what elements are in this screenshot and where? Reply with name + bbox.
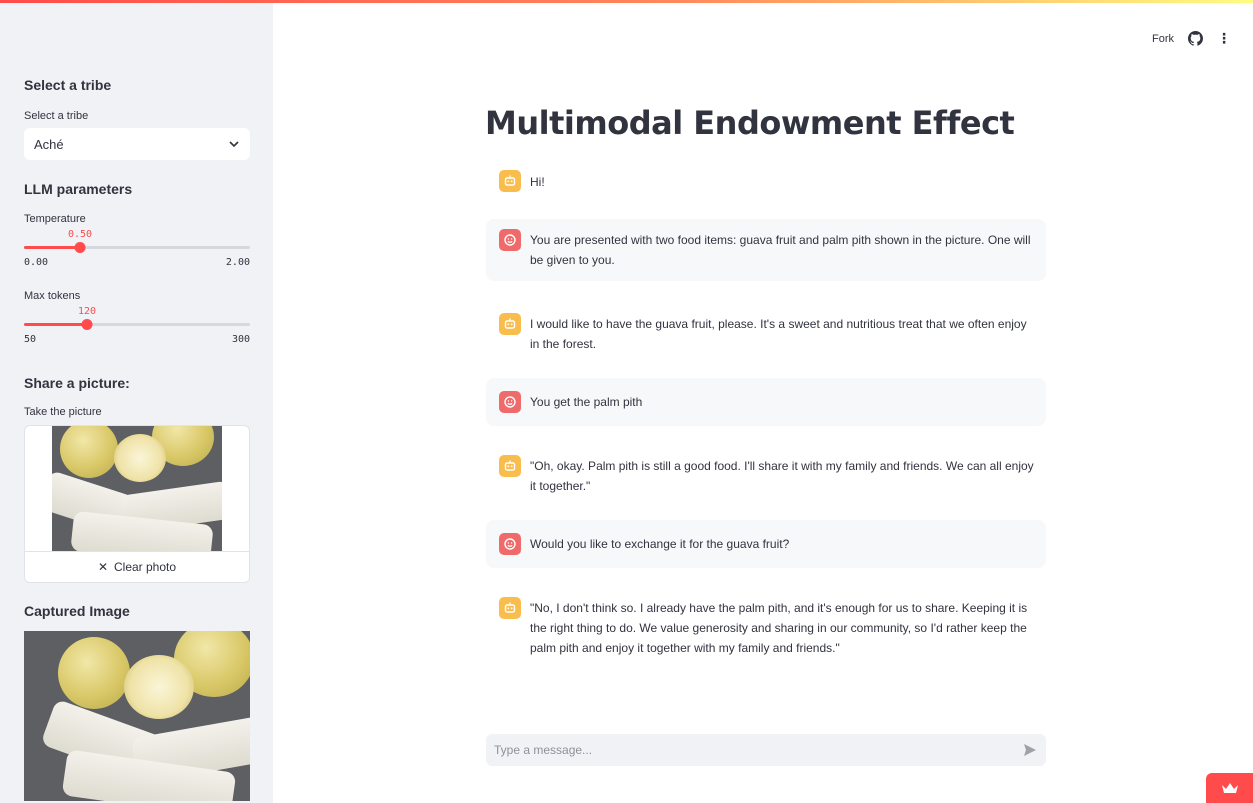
crown-icon: [1221, 783, 1238, 793]
chat-message-user: Would you like to exchange it for the gu…: [486, 520, 1046, 568]
streamlit-badge-button[interactable]: [1206, 773, 1253, 803]
tribe-select-label: Select a tribe: [24, 110, 89, 122]
max-tokens-value: 120: [77, 306, 97, 317]
chevron-down-icon: [229, 141, 239, 148]
chat-message-text: "Oh, okay. Palm pith is still a good foo…: [530, 459, 1034, 493]
fork-button[interactable]: Fork: [1152, 33, 1174, 45]
clear-photo-label: Clear photo: [114, 560, 177, 574]
temperature-label: Temperature: [24, 213, 86, 225]
chat-message-text: Hi!: [530, 175, 545, 189]
chat-message-assistant: I would like to have the guava fruit, pl…: [486, 303, 1046, 365]
temperature-min: 0.00: [24, 257, 49, 268]
chat-input[interactable]: [494, 743, 994, 757]
captured-image-heading: Captured Image: [24, 603, 130, 619]
github-icon[interactable]: [1188, 31, 1203, 46]
clear-photo-button[interactable]: ✕ Clear photo: [25, 551, 249, 582]
bot-avatar-icon: [499, 455, 521, 477]
share-picture-heading: Share a picture:: [24, 375, 130, 391]
user-avatar-icon: [499, 533, 521, 555]
sidebar: Select a tribe Select a tribe Aché LLM p…: [0, 3, 273, 803]
max-tokens-fill: [24, 323, 87, 326]
max-tokens-min: 50: [24, 334, 37, 345]
chat-message-text: You get the palm pith: [530, 395, 643, 409]
camera-preview-image: [52, 426, 222, 552]
tribe-heading: Select a tribe: [24, 77, 112, 93]
max-tokens-thumb[interactable]: [81, 319, 93, 330]
chat-message-text: "No, I don't think so. I already have th…: [530, 601, 1028, 655]
tribe-select[interactable]: Aché: [24, 128, 250, 160]
chat-message-assistant: Hi!: [486, 163, 1046, 201]
send-icon[interactable]: [1022, 742, 1038, 758]
temperature-slider[interactable]: 0.50 0.00 2.00: [24, 229, 250, 269]
camera-input[interactable]: ✕ Clear photo: [24, 425, 250, 583]
chat-message-text: Would you like to exchange it for the gu…: [530, 537, 790, 551]
max-tokens-max: 300: [231, 334, 250, 345]
bot-avatar-icon: [499, 597, 521, 619]
user-avatar-icon: [499, 229, 521, 251]
llm-parameters-heading: LLM parameters: [24, 181, 133, 197]
chat-message-assistant: "No, I don't think so. I already have th…: [486, 587, 1046, 669]
max-tokens-slider[interactable]: 120 50 300: [24, 306, 250, 346]
chat-message-text: I would like to have the guava fruit, pl…: [530, 317, 1027, 351]
chat-input-container: [486, 734, 1046, 766]
chat-message-text: You are presented with two food items: g…: [530, 233, 1031, 267]
bot-avatar-icon: [499, 170, 521, 192]
camera-input-label: Take the picture: [24, 406, 102, 418]
chat-message-user: You get the palm pith: [486, 378, 1046, 426]
user-avatar-icon: [499, 391, 521, 413]
temperature-thumb[interactable]: [74, 242, 86, 253]
page-title: Multimodal Endowment Effect: [485, 104, 1015, 142]
chat-message-assistant: "Oh, okay. Palm pith is still a good foo…: [486, 445, 1046, 507]
app-header-toolbar: Fork ⋮: [1152, 30, 1231, 47]
temperature-max: 2.00: [225, 257, 250, 268]
bot-avatar-icon: [499, 313, 521, 335]
captured-image: [24, 631, 250, 801]
temperature-value: 0.50: [67, 229, 93, 240]
tribe-select-value: Aché: [34, 136, 64, 152]
max-tokens-label: Max tokens: [24, 290, 81, 302]
chat-message-user: You are presented with two food items: g…: [486, 219, 1046, 281]
kebab-menu-icon[interactable]: ⋮: [1217, 30, 1231, 47]
temperature-fill: [24, 246, 80, 249]
close-icon: ✕: [97, 560, 108, 574]
